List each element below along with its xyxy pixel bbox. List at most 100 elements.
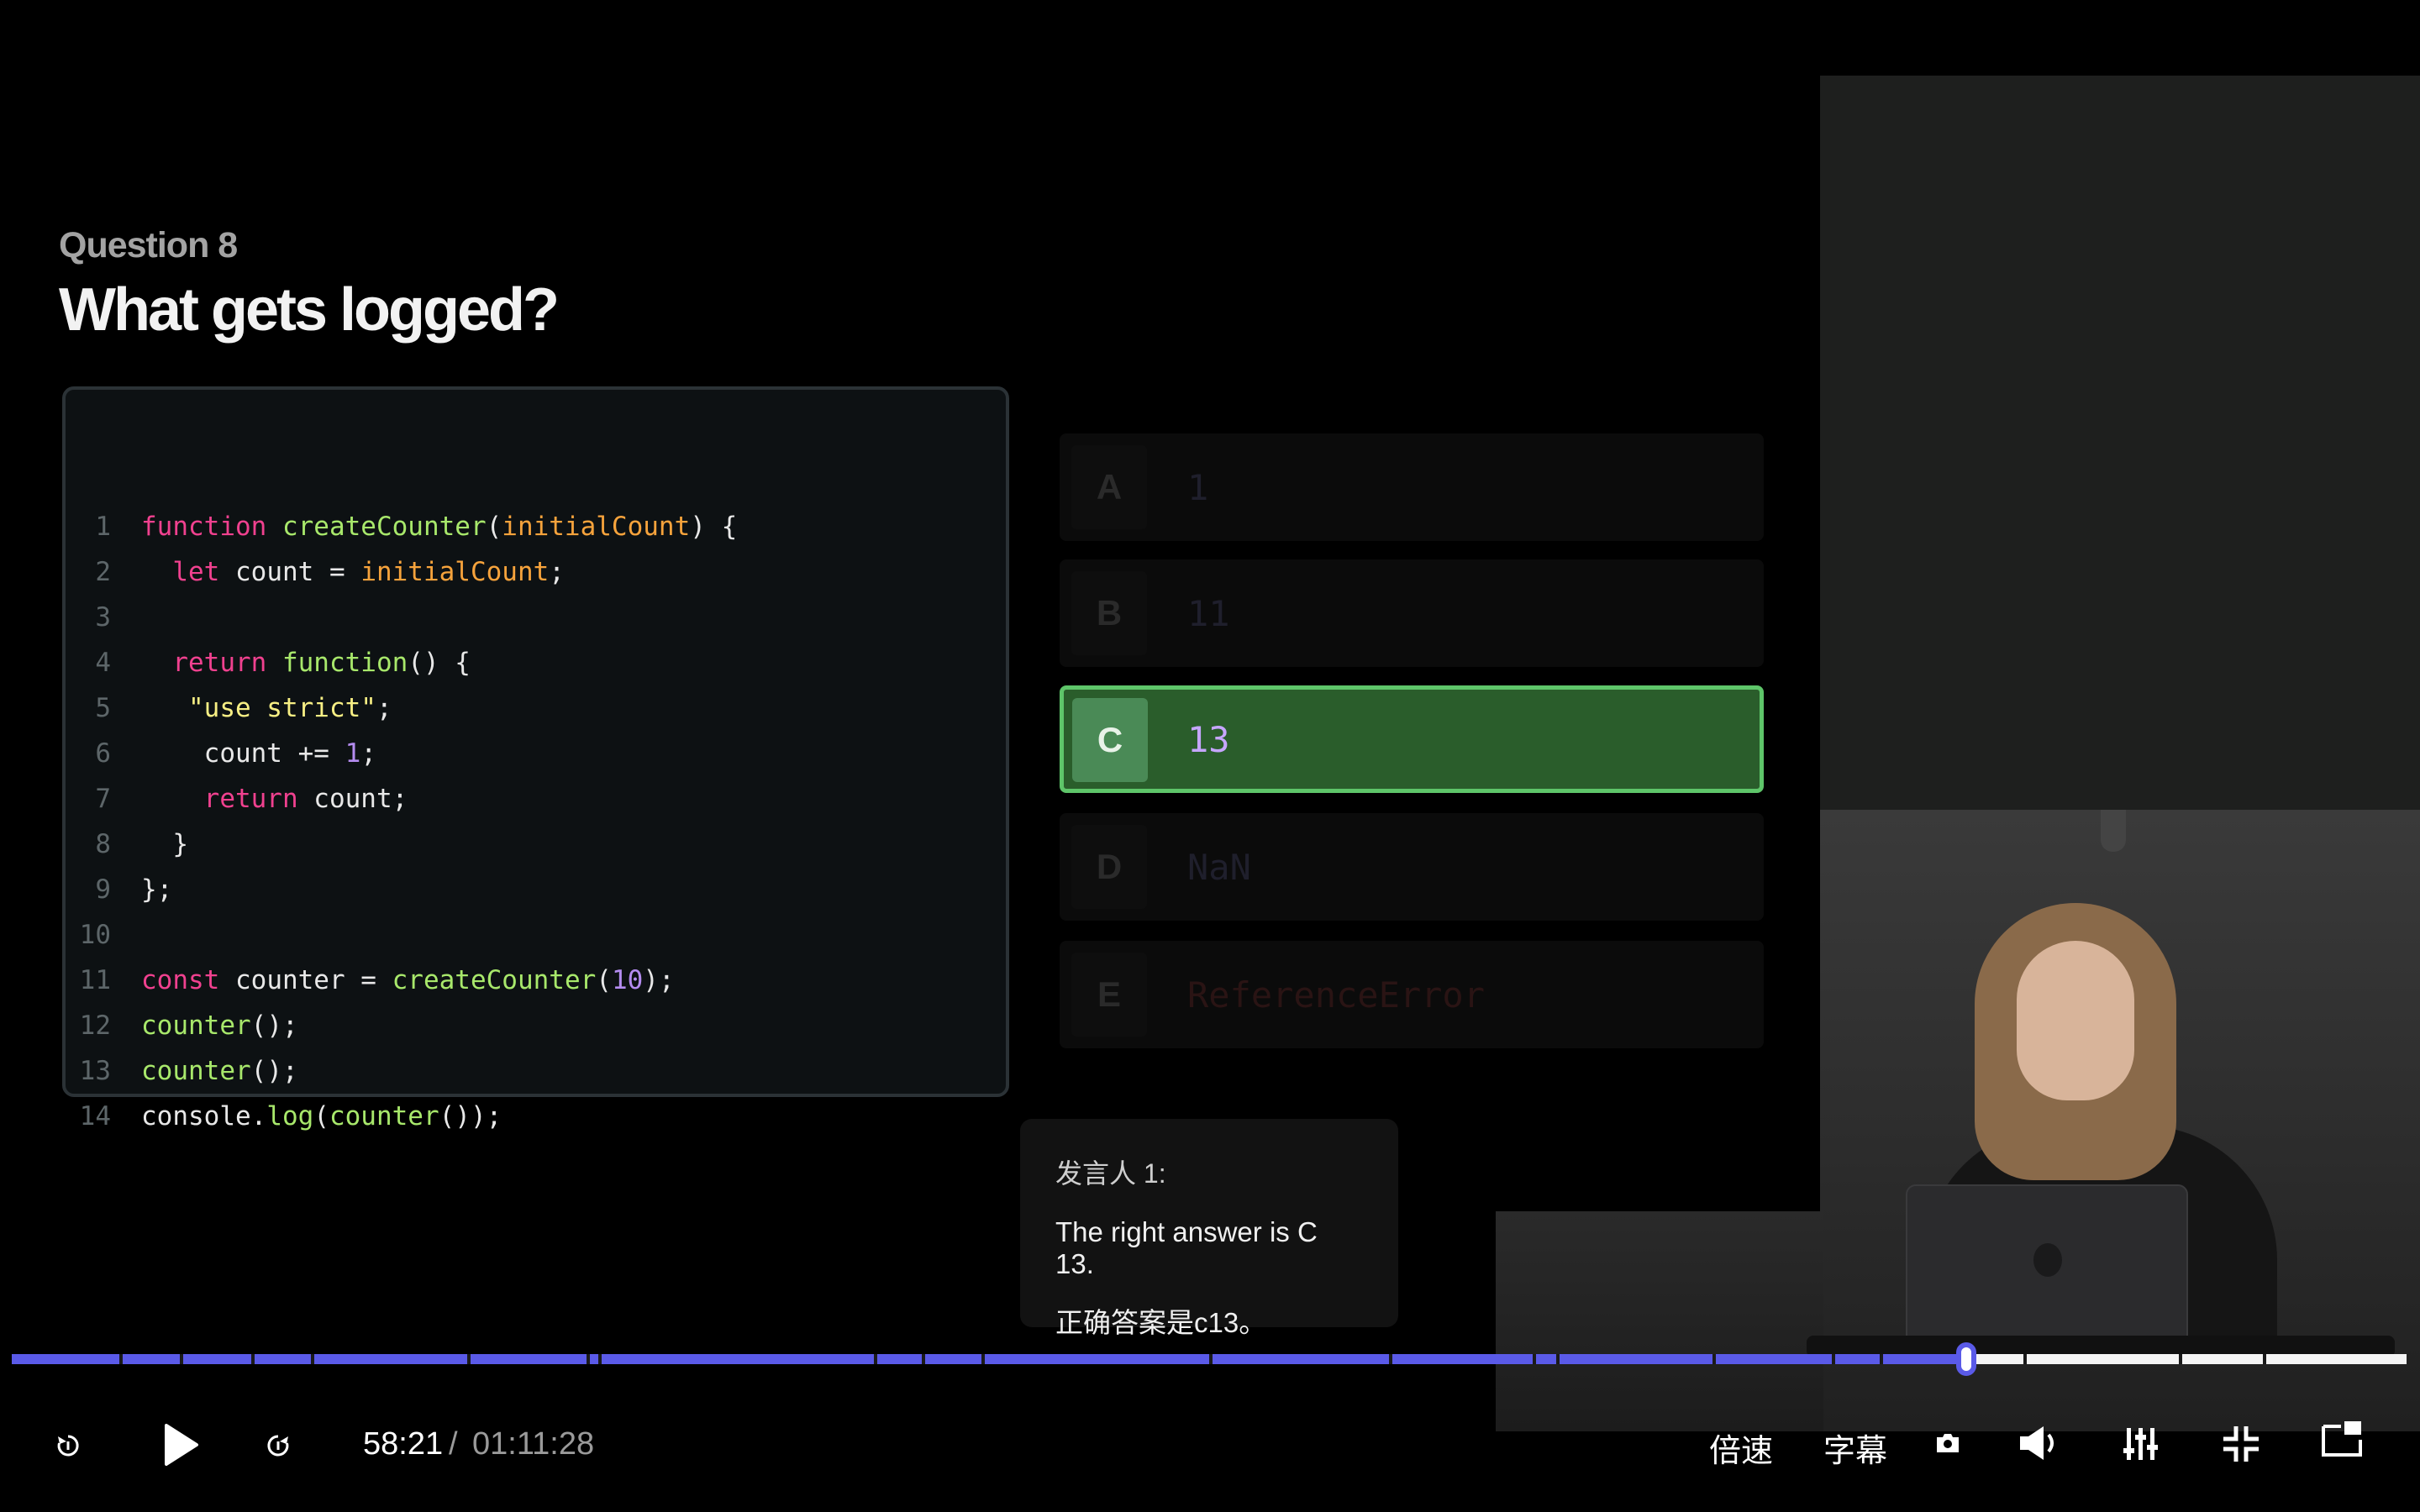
- option-value: 13: [1187, 718, 1230, 760]
- chapter-marker: [598, 1354, 602, 1364]
- code-punct: ;: [360, 738, 376, 769]
- code-line: 9};: [66, 867, 172, 912]
- chapter-marker: [119, 1354, 124, 1364]
- option-letter: B: [1071, 571, 1147, 655]
- code-punct: ());: [439, 1101, 502, 1131]
- code-line: 4 return function() {: [66, 640, 471, 685]
- captions-button[interactable]: 字幕: [1823, 1425, 1887, 1471]
- chapter-marker: [1388, 1354, 1392, 1364]
- speaker-face: [2017, 941, 2134, 1100]
- code-line: 7 return count;: [66, 776, 408, 822]
- apple-logo-icon: [2033, 1243, 2062, 1277]
- code-punct: ();: [250, 1011, 298, 1041]
- line-number: 9: [95, 874, 111, 905]
- line-number: 2: [95, 557, 111, 587]
- screenshot-icon[interactable]: [1934, 1431, 1961, 1455]
- code-punct: () {: [408, 648, 471, 678]
- time-separator: /: [449, 1426, 458, 1462]
- option-value: NaN: [1187, 846, 1251, 888]
- option-letter: C: [1072, 698, 1148, 782]
- code-param: initialCount: [360, 557, 550, 587]
- video-player[interactable]: Question 8 What gets logged? 1 function c…: [0, 0, 2420, 1512]
- option-e: E ReferenceError: [1060, 941, 1764, 1048]
- picture-in-picture-icon[interactable]: [2321, 1420, 2363, 1458]
- code-line: 10: [66, 912, 141, 958]
- code-string: "use strict": [141, 693, 376, 723]
- code-function: createCounter: [392, 965, 597, 995]
- code-line: 1 function createCounter(initialCount) {: [66, 504, 737, 549]
- chapter-marker: [179, 1354, 183, 1364]
- code-punct: (: [313, 1101, 329, 1131]
- code-keyword: function: [141, 512, 267, 542]
- code-punct: ();: [250, 1056, 298, 1086]
- code-punct: (: [596, 965, 612, 995]
- line-number: 5: [95, 693, 111, 723]
- option-letter: E: [1071, 953, 1147, 1037]
- chapter-marker: [1712, 1354, 1716, 1364]
- chapter-marker: [587, 1354, 590, 1364]
- subtitle-chinese: 正确答案是c13。: [1055, 1307, 1267, 1338]
- option-b: B 11: [1060, 559, 1764, 667]
- chapter-marker: [981, 1354, 986, 1364]
- code-punct: );: [643, 965, 675, 995]
- line-number: 8: [95, 829, 111, 859]
- progress-played: [12, 1354, 1967, 1364]
- code-punct: ;: [549, 557, 565, 587]
- code-function: counter: [141, 1011, 251, 1041]
- code-line: 8 }: [66, 822, 188, 867]
- equalizer-icon[interactable]: [2123, 1426, 2160, 1462]
- code-line: 6 count += 1;: [66, 731, 376, 776]
- current-time: 58:21: [363, 1426, 444, 1462]
- chapter-marker: [1556, 1354, 1560, 1364]
- microphone: [2101, 810, 2126, 852]
- forward-icon[interactable]: [266, 1433, 291, 1458]
- volume-icon[interactable]: [2018, 1425, 2060, 1462]
- chapter-marker: [1209, 1354, 1213, 1364]
- progress-bar[interactable]: [12, 1354, 2407, 1364]
- chapter-marker: [1532, 1354, 1536, 1364]
- line-number: 6: [95, 738, 111, 769]
- code-keyword: let: [141, 557, 220, 587]
- option-value: 1: [1187, 466, 1209, 508]
- question-label: Question 8: [59, 225, 238, 265]
- chapter-marker: [251, 1354, 255, 1364]
- option-d: D NaN: [1060, 813, 1764, 921]
- option-c-correct: C 13: [1060, 685, 1764, 793]
- code-function: function: [266, 648, 408, 678]
- code-punct: }: [141, 829, 188, 859]
- subtitle-english: The right answer is C 13.: [1055, 1216, 1318, 1279]
- code-punct: };: [141, 874, 173, 905]
- line-number: 13: [79, 1056, 111, 1086]
- quiz-slide: Question 8 What gets logged? 1 function c…: [0, 76, 1820, 1211]
- chapter-marker: [874, 1354, 877, 1364]
- code-function: createCounter: [266, 512, 487, 542]
- code-number: 10: [611, 965, 644, 995]
- code-line: 14 console. log(counter ());: [66, 1094, 502, 1139]
- code-text: count;: [297, 784, 408, 814]
- option-letter: D: [1071, 825, 1147, 909]
- line-number: 14: [79, 1101, 111, 1131]
- code-punct: ) {: [690, 512, 738, 542]
- code-number: 1: [345, 738, 361, 769]
- exit-fullscreen-icon[interactable]: [2222, 1425, 2260, 1463]
- chapter-marker: [922, 1354, 925, 1364]
- speed-button[interactable]: 倍速: [1709, 1425, 1773, 1471]
- code-text: counter =: [219, 965, 392, 995]
- chapter-marker: [2179, 1354, 2183, 1364]
- code-keyword: return: [141, 784, 298, 814]
- chapter-marker: [311, 1354, 315, 1364]
- play-icon[interactable]: [163, 1423, 200, 1467]
- chapter-marker: [2023, 1354, 2027, 1364]
- option-value: ReferenceError: [1187, 974, 1486, 1016]
- code-line: 5 "use strict";: [66, 685, 392, 731]
- code-punct: (: [486, 512, 502, 542]
- code-line: 12 counter ();: [66, 1003, 298, 1048]
- code-text: count +=: [141, 738, 345, 769]
- code-text: count =: [219, 557, 361, 587]
- rewind-icon[interactable]: [55, 1433, 81, 1458]
- subtitle-speaker: 发言人 1:: [1055, 1158, 1166, 1189]
- option-value: 11: [1187, 592, 1230, 634]
- code-punct: ;: [376, 693, 392, 723]
- option-letter: A: [1071, 445, 1147, 529]
- code-keyword: const: [141, 965, 220, 995]
